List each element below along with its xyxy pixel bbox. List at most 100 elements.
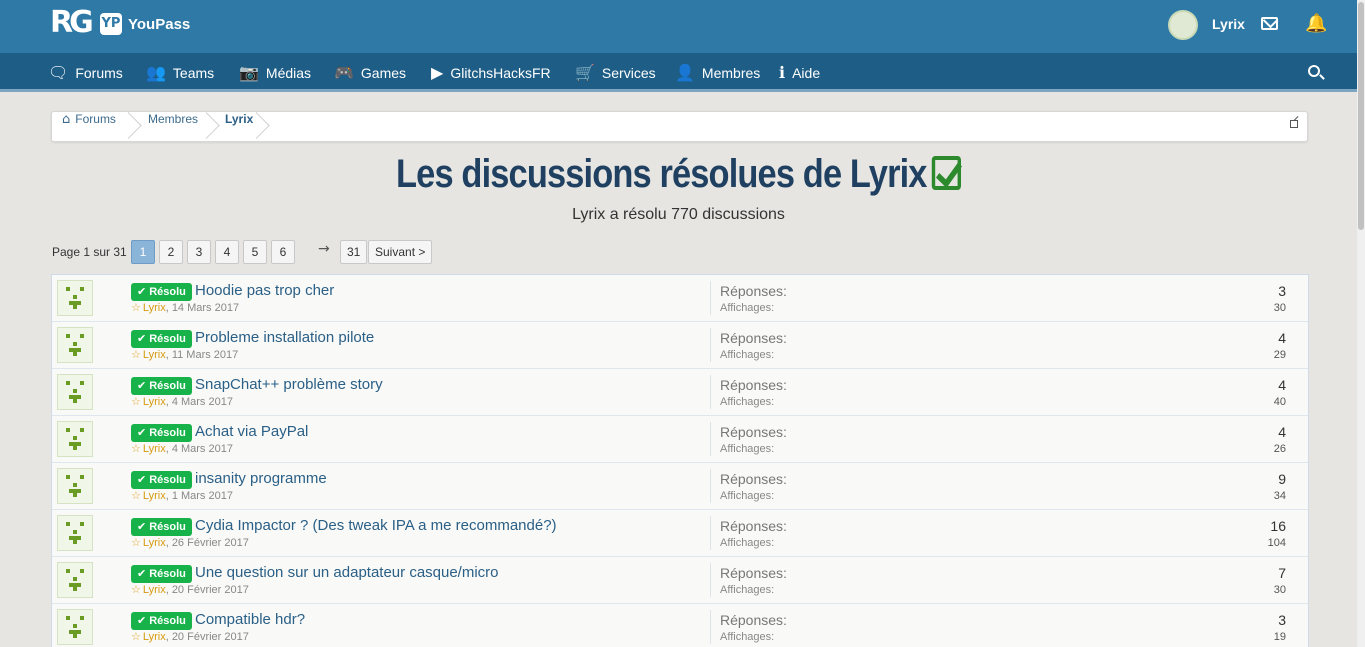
thread-row[interactable]: ✔ Résolu Une question sur un adaptateur ca… (52, 557, 1308, 604)
star-icon: ☆ (131, 536, 141, 549)
thread-author-link[interactable]: Lyrix (143, 537, 166, 549)
views-count: 29 (1273, 349, 1286, 361)
thread-title-link[interactable]: Probleme installation pilote (195, 329, 374, 346)
resolved-badge[interactable]: ✔ Résolu (131, 471, 192, 489)
nav-item-aide[interactable]: ℹ Aide (779, 53, 820, 92)
thread-row[interactable]: ✔ Résolu Compatible hdr? ☆ Lyrix, 20 Février… (52, 604, 1308, 647)
author-avatar[interactable] (57, 327, 93, 363)
thread-title-link[interactable]: insanity programme (195, 470, 327, 487)
pager-skip-arrow[interactable]: → (318, 241, 330, 257)
replies-count: 4 (1278, 377, 1286, 393)
page-link-6[interactable]: 6 (271, 240, 295, 264)
breadcrumb-lyrix[interactable]: Lyrix (225, 112, 253, 141)
mail-icon[interactable] (1261, 17, 1278, 30)
resolved-badge[interactable]: ✔ Résolu (131, 424, 192, 442)
thread-meta: ☆ Lyrix, 1 Mars 2017 (131, 489, 233, 502)
nav-label: Membres (701, 64, 761, 81)
replies-count: 7 (1278, 565, 1286, 581)
author-avatar[interactable] (57, 421, 93, 457)
youpass-label: YouPass (128, 15, 191, 33)
author-avatar[interactable] (57, 609, 93, 645)
column-divider (710, 422, 711, 456)
resolved-badge[interactable]: ✔ Résolu (131, 518, 192, 536)
thread-author-link[interactable]: Lyrix (143, 584, 166, 596)
thread-date: , 26 Février 2017 (165, 537, 249, 549)
thread-author-link[interactable]: Lyrix (143, 396, 166, 408)
nav-label: Aide (792, 64, 821, 81)
thread-row[interactable]: ✔ Résolu insanity programme ☆ Lyrix, 1 Mars … (52, 463, 1308, 510)
nav-label: Teams (172, 64, 215, 81)
resolved-badge[interactable]: ✔ Résolu (131, 612, 192, 630)
page-link-5[interactable]: 5 (243, 240, 267, 264)
thread-author-link[interactable]: Lyrix (143, 302, 166, 314)
thread-date: , 4 Mars 2017 (165, 443, 233, 455)
search-icon[interactable] (1308, 65, 1320, 77)
thread-row[interactable]: ✔ Résolu Hoodie pas trop cher ☆ Lyrix, 14 Ma… (52, 275, 1308, 322)
site-logo[interactable]: RG (50, 6, 96, 40)
resolved-badge[interactable]: ✔ Résolu (131, 377, 192, 395)
nav-item-membres[interactable]: 👤 Membres (675, 53, 760, 92)
resolved-badge[interactable]: ✔ Résolu (131, 330, 192, 348)
check-icon: ✔ (137, 567, 147, 580)
comments-icon: 🗨 (48, 62, 69, 82)
author-avatar[interactable] (57, 280, 93, 316)
nav-item-teams[interactable]: 👥 Teams (146, 53, 214, 92)
page-link-1[interactable]: 1 (131, 240, 155, 264)
resolved-badge-label: Résolu (149, 333, 186, 345)
resolved-badge-label: Résolu (149, 427, 186, 439)
page-title: Les discussions résolues de Lyrix (95, 152, 1262, 197)
nav-item-medias[interactable]: 📷 Médias (239, 53, 311, 92)
thread-author-link[interactable]: Lyrix (143, 490, 166, 502)
nav-item-games[interactable]: 🎮 Games (334, 53, 406, 92)
views-label: Affichages: (720, 490, 775, 502)
thread-row[interactable]: ✔ Résolu SnapChat++ problème story ☆ Lyrix, … (52, 369, 1308, 416)
resolved-badge-label: Résolu (149, 521, 186, 533)
thread-date: , 20 Février 2017 (165, 584, 249, 596)
replies-count: 9 (1278, 471, 1286, 487)
breadcrumb-membres[interactable]: Membres (148, 112, 198, 141)
page-link-4[interactable]: 4 (215, 240, 239, 264)
thread-author-link[interactable]: Lyrix (143, 349, 166, 361)
nav-label: Services (601, 64, 656, 81)
thread-title-link[interactable]: Hoodie pas trop cher (195, 282, 334, 299)
user-avatar[interactable] (1168, 10, 1198, 40)
thread-title-link[interactable]: Cydia Impactor ? (Des tweak IPA a me rec… (195, 517, 557, 534)
author-avatar[interactable] (57, 468, 93, 504)
nav-item-glitchshacksfr[interactable]: ▶ GlitchsHacksFR (431, 53, 551, 92)
thread-title-link[interactable]: Compatible hdr? (195, 611, 305, 628)
thread-row[interactable]: ✔ Résolu Cydia Impactor ? (Des tweak IPA a… (52, 510, 1308, 557)
thread-meta: ☆ Lyrix, 26 Février 2017 (131, 536, 249, 549)
nav-item-forums[interactable]: 🗨 Forums (48, 53, 123, 92)
thread-row[interactable]: ✔ Résolu Probleme installation pilote ☆ Lyri… (52, 322, 1308, 369)
resolved-badge[interactable]: ✔ Résolu (131, 283, 192, 301)
page-link-last[interactable]: 31 (340, 240, 368, 264)
nav-item-services[interactable]: 🛒 Services (575, 53, 656, 92)
page-title-text: Les discussions résolues de Lyrix (396, 152, 927, 196)
views-count: 34 (1273, 490, 1286, 502)
thread-title-link[interactable]: Une question sur un adaptateur casque/mi… (195, 564, 499, 581)
thread-title-link[interactable]: SnapChat++ problème story (195, 376, 383, 393)
thread-title-link[interactable]: Achat via PayPal (195, 423, 308, 440)
page-link-2[interactable]: 2 (159, 240, 183, 264)
scrollbar-thumb[interactable] (1358, 2, 1364, 230)
thread-date: , 1 Mars 2017 (165, 490, 233, 502)
page-link-3[interactable]: 3 (187, 240, 211, 264)
views-count: 40 (1273, 396, 1286, 408)
author-avatar[interactable] (57, 562, 93, 598)
breadcrumb-forums[interactable]: ⌂ Forums (62, 112, 116, 141)
star-icon: ☆ (131, 442, 141, 455)
users-icon: 👥 (146, 62, 166, 82)
pager-next-button[interactable]: Suivant > (368, 240, 433, 264)
resolved-badge[interactable]: ✔ Résolu (131, 565, 192, 583)
column-divider (710, 281, 711, 315)
bell-icon[interactable]: 🔔 (1305, 14, 1327, 34)
thread-author-link[interactable]: Lyrix (143, 443, 166, 455)
author-avatar[interactable] (57, 515, 93, 551)
thread-row[interactable]: ✔ Résolu Achat via PayPal ☆ Lyrix, 4 Mars 20… (52, 416, 1308, 463)
user-name-link[interactable]: Lyrix (1212, 16, 1245, 32)
breadcrumb-separator (206, 112, 222, 141)
author-avatar[interactable] (57, 374, 93, 410)
thread-author-link[interactable]: Lyrix (143, 631, 166, 643)
youpass-link[interactable]: YP YouPass (100, 12, 190, 36)
popout-icon[interactable] (1290, 120, 1298, 128)
